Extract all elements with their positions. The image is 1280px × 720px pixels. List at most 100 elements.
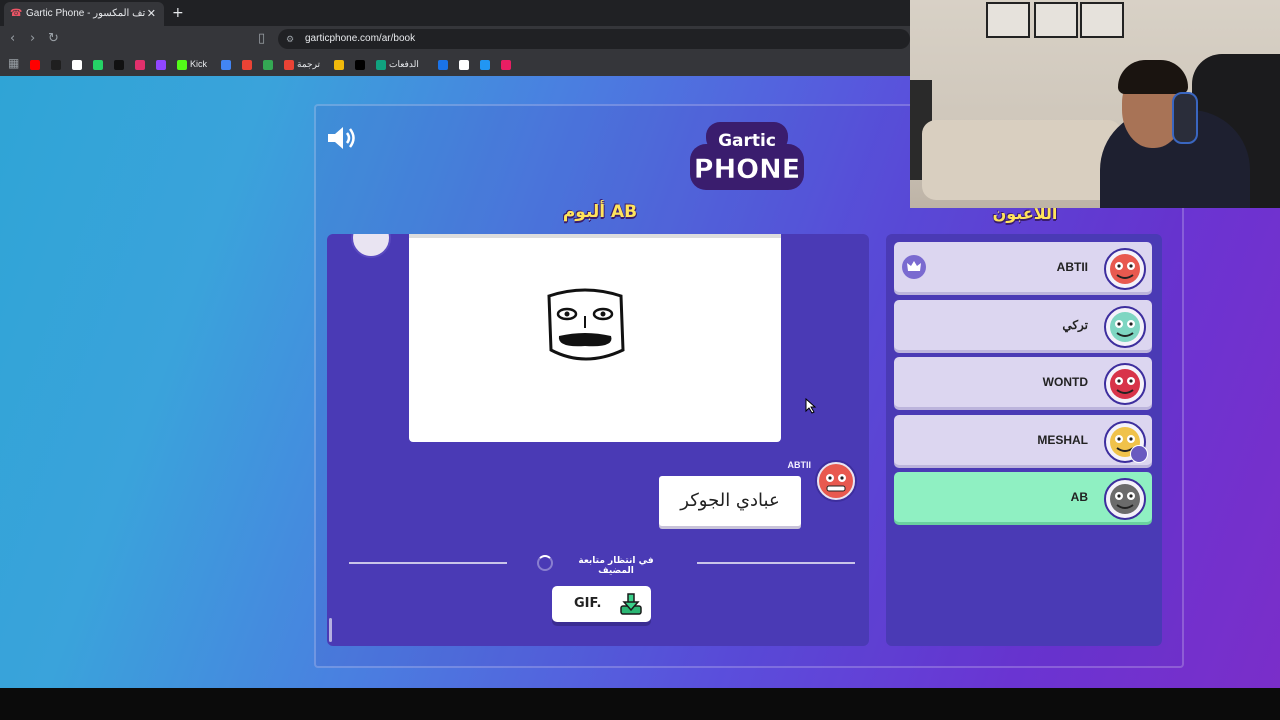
bookmark-favicon-icon xyxy=(156,59,166,70)
browser-tab[interactable]: ☎ Gartic Phone - لعبة الهاتف المكسور ✕ xyxy=(4,2,164,26)
bookmark-favicon-icon xyxy=(501,59,511,70)
player-avatar-icon xyxy=(1104,305,1146,348)
bookmark-14[interactable]: الدفعات xyxy=(376,57,419,71)
guess-author-name: ABTII xyxy=(787,460,812,470)
player-row[interactable]: تركي xyxy=(894,299,1152,350)
bookmark-favicon-icon xyxy=(51,59,61,70)
bookmark-13[interactable] xyxy=(355,57,365,71)
guess-card: عبادي الجوكر xyxy=(659,476,801,526)
forward-icon[interactable]: › xyxy=(30,26,35,52)
album-scrollbar[interactable] xyxy=(329,618,332,642)
svg-text:Gartic: Gartic xyxy=(718,131,776,151)
bookmark-2[interactable] xyxy=(72,57,82,71)
wall-frame-1 xyxy=(986,2,1030,38)
reload-icon[interactable]: ↻ xyxy=(48,26,59,52)
bookmark-1[interactable] xyxy=(51,57,61,71)
gartic-phone-logo: Gartic PHONE xyxy=(690,122,804,190)
player-name: تركي xyxy=(1062,317,1088,332)
bookmark-10[interactable] xyxy=(263,57,273,71)
album-title: ألبوم AB xyxy=(562,202,638,222)
previous-author-avatar-icon xyxy=(351,234,391,258)
player-name: MESHAL xyxy=(1037,432,1088,447)
bookmark-18[interactable] xyxy=(501,57,511,71)
player-avatar-icon xyxy=(1104,363,1146,405)
bookmark-8[interactable] xyxy=(221,57,231,71)
bookmark-favicon-icon xyxy=(242,59,252,70)
new-tab-button[interactable]: + xyxy=(172,2,184,24)
bookmark-11[interactable]: ترجمة xyxy=(284,57,320,71)
speaker-icon[interactable] xyxy=(326,124,358,152)
bookmark-15[interactable] xyxy=(438,57,448,71)
bookmark-favicon-icon xyxy=(93,59,103,70)
bookmark-7[interactable]: Kick xyxy=(177,57,207,71)
loading-spinner-icon xyxy=(537,555,553,571)
bookmark-9[interactable] xyxy=(242,57,252,71)
bookmark-favicon-icon xyxy=(480,59,490,70)
headset-icon xyxy=(1172,92,1198,144)
bookmark-17[interactable] xyxy=(480,57,490,71)
sofa xyxy=(922,120,1122,200)
back-icon[interactable]: ‹ xyxy=(10,26,15,52)
bookmark-favicon-icon xyxy=(263,59,273,70)
webcam-overlay xyxy=(910,0,1280,208)
bookmark-label: Kick xyxy=(190,59,208,69)
bookmark-5[interactable] xyxy=(135,57,145,71)
players-panel: ABTII تركي WONTD MESHAL AB xyxy=(886,234,1162,646)
drawing-card xyxy=(409,234,781,442)
bookmark-16[interactable] xyxy=(459,57,469,71)
bookmark-favicon-icon xyxy=(177,59,187,70)
gartic-favicon-icon: ☎ xyxy=(10,8,23,19)
bookmark-favicon-icon xyxy=(438,59,448,70)
url-text: garticphone.com/ar/book xyxy=(305,33,416,44)
bookmark-favicon-icon xyxy=(135,59,145,70)
bookmark-favicon-icon xyxy=(114,59,124,70)
bookmark-12[interactable] xyxy=(334,57,344,71)
bookmark-favicon-icon xyxy=(221,59,231,70)
bookmark-0[interactable] xyxy=(30,57,40,71)
player-name: AB xyxy=(1070,490,1088,504)
bookmark-favicon-icon xyxy=(72,59,82,70)
bookmark-favicon-icon xyxy=(334,59,344,70)
mouse-cursor-icon xyxy=(805,398,817,414)
player-name: ABTII xyxy=(1056,260,1088,274)
joker-face-drawing xyxy=(547,288,625,361)
divider-right xyxy=(697,562,855,564)
gif-button-label: GIF. xyxy=(574,596,602,611)
player-row[interactable]: ABTII xyxy=(894,242,1152,292)
player-avatar-icon xyxy=(1104,478,1146,520)
apps-grid-icon[interactable]: ▦ xyxy=(8,56,19,70)
bookmark-label: الدفعات xyxy=(389,59,419,69)
album-panel: ABTII عبادي الجوكر في انتظار متابعة المض… xyxy=(327,234,869,646)
bookmark-star-icon[interactable]: ▯ xyxy=(258,26,265,52)
bookmark-favicon-icon xyxy=(30,59,40,70)
bookmark-favicon-icon xyxy=(459,59,469,70)
bookmark-4[interactable] xyxy=(114,57,124,71)
player-avatar-icon xyxy=(1104,248,1146,290)
player-row[interactable]: AB xyxy=(894,472,1152,522)
divider-left xyxy=(349,562,507,564)
bookmark-6[interactable] xyxy=(156,57,166,71)
close-tab-icon[interactable]: ✕ xyxy=(147,2,156,26)
download-gif-button[interactable]: GIF. xyxy=(552,586,651,622)
bookmark-favicon-icon xyxy=(355,59,365,70)
address-bar[interactable]: ⚙ garticphone.com/ar/book xyxy=(278,29,910,49)
bookmark-3[interactable] xyxy=(93,57,103,71)
player-row[interactable]: MESHAL xyxy=(894,414,1152,465)
streamer-hair xyxy=(1118,60,1188,94)
bookmark-favicon-icon xyxy=(284,59,294,70)
wall-frame-3 xyxy=(1080,2,1124,38)
guess-author-avatar-icon xyxy=(815,460,857,502)
bookmark-label: ترجمة xyxy=(297,59,321,69)
user-badge-icon xyxy=(1130,444,1148,463)
player-row[interactable]: WONTD xyxy=(894,357,1152,407)
bookmark-favicon-icon xyxy=(376,59,386,70)
tab-title: Gartic Phone - لعبة الهاتف المكسور xyxy=(26,8,146,19)
waiting-host-text: في انتظار متابعة المضيف xyxy=(578,556,654,576)
player-name: WONTD xyxy=(1042,375,1088,389)
svg-text:PHONE: PHONE xyxy=(694,154,800,185)
wall-frame-2 xyxy=(1034,2,1078,38)
crown-icon xyxy=(902,255,926,279)
site-info-icon[interactable]: ⚙ xyxy=(286,29,294,49)
download-icon xyxy=(620,593,642,615)
bottom-bar xyxy=(0,688,1280,720)
